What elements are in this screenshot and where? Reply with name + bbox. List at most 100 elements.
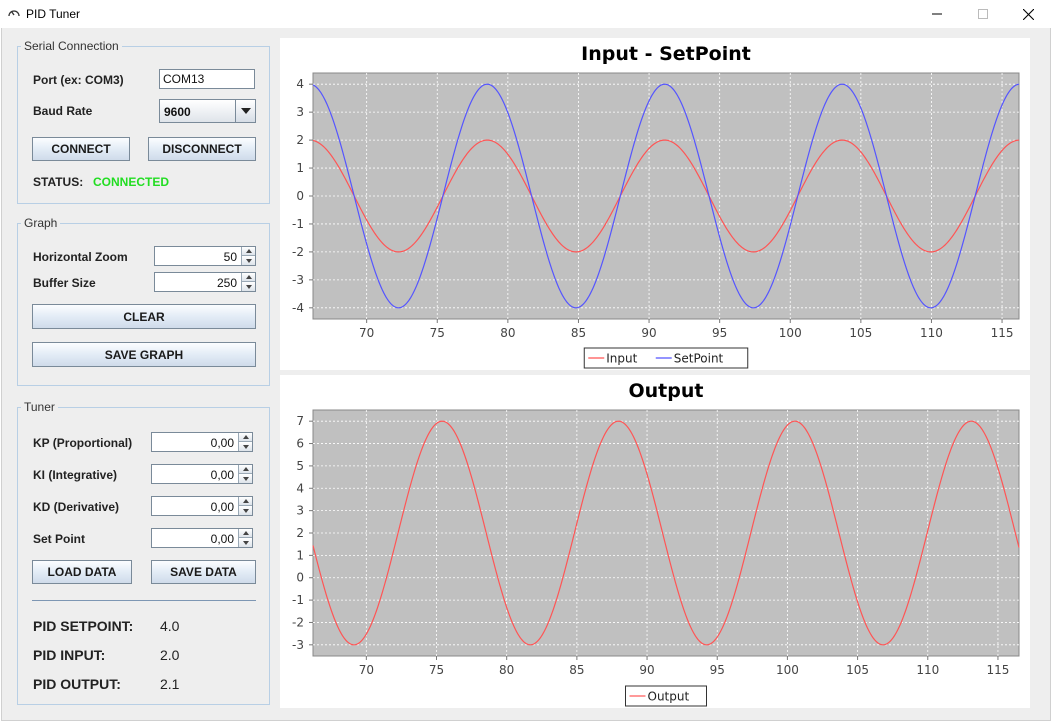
port-input[interactable]: COM13 <box>159 69 255 89</box>
ki-value: 0,00 <box>210 468 234 482</box>
gauge-icon <box>8 10 20 17</box>
y-tick-label: -2 <box>292 245 304 259</box>
y-tick-label: -3 <box>292 273 304 287</box>
maximize-button[interactable] <box>960 0 1006 28</box>
output-chart: Output70 75 80 85 90 95 100 105 110 115-3-2-10123… <box>292 380 1020 707</box>
decrement-icon[interactable] <box>238 538 252 547</box>
baud-rate-select[interactable]: 9600 <box>159 99 256 123</box>
set-point-label: Set Point <box>33 532 86 546</box>
decrement-icon[interactable] <box>238 506 252 515</box>
pid-input-value: 2.0 <box>160 647 180 663</box>
serial-connection-group: Serial Connection Port (ex: COM3) COM13 … <box>17 39 270 204</box>
y-tick-label: -4 <box>292 301 304 315</box>
y-tick-label: 7 <box>296 414 304 428</box>
y-tick-label: -2 <box>292 615 304 629</box>
decrement-icon[interactable] <box>238 442 252 451</box>
increment-icon[interactable] <box>238 497 252 506</box>
decrement-icon[interactable] <box>241 256 255 265</box>
minimize-icon <box>932 13 942 15</box>
x-tick-label: 115 <box>986 663 1009 677</box>
close-icon <box>1022 8 1034 20</box>
y-tick-label: 1 <box>296 161 304 175</box>
x-tick-label: 95 <box>712 326 727 340</box>
x-tick-label: 110 <box>920 326 943 340</box>
x-tick-label: 110 <box>916 663 939 677</box>
clear-button[interactable]: CLEAR <box>32 304 256 329</box>
horizontal-zoom-stepper[interactable]: 50 <box>154 246 256 266</box>
kp-label: KP (Proportional) <box>33 436 133 450</box>
legend-label: Input <box>606 352 637 366</box>
disconnect-button[interactable]: DISCONNECT <box>148 137 256 161</box>
horizontal-zoom-label: Horizontal Zoom <box>33 250 128 264</box>
y-tick-label: 4 <box>296 77 304 91</box>
tuner-group: Tuner KP (Proportional) 0,00 KI (Integra… <box>17 400 270 705</box>
chart-title: Input - SetPoint <box>581 43 751 65</box>
y-tick-label: 3 <box>296 105 304 119</box>
kp-stepper[interactable]: 0,00 <box>151 432 253 452</box>
ki-stepper[interactable]: 0,00 <box>151 464 253 484</box>
x-tick-label: 80 <box>500 326 515 340</box>
x-tick-label: 70 <box>359 326 374 340</box>
graph-group-title: Graph <box>21 216 61 230</box>
kp-value: 0,00 <box>210 436 234 450</box>
x-tick-label: 100 <box>779 326 802 340</box>
y-tick-label: 2 <box>296 526 304 540</box>
graph-group: Graph Horizontal Zoom 50 Buffer Size 250… <box>17 216 270 386</box>
x-tick-label: 105 <box>849 326 872 340</box>
legend-label: Output <box>648 690 690 704</box>
chart-title: Output <box>629 380 704 402</box>
tuner-group-title: Tuner <box>21 400 58 414</box>
legend-label: SetPoint <box>674 352 724 366</box>
y-tick-label: 5 <box>296 459 304 473</box>
decrement-icon[interactable] <box>241 282 255 291</box>
ki-label: KI (Integrative) <box>33 468 118 482</box>
set-point-value: 0,00 <box>210 532 234 546</box>
status-label: STATUS: <box>33 175 84 189</box>
y-tick-label: -3 <box>292 638 304 652</box>
x-tick-label: 85 <box>571 326 586 340</box>
y-tick-label: -1 <box>292 593 304 607</box>
decrement-icon[interactable] <box>238 474 252 483</box>
input-setpoint-chart-panel: Input - SetPoint 70 75 80 85 90 95 100 105 110 115… <box>280 38 1030 370</box>
y-tick-label: 2 <box>296 133 304 147</box>
x-tick-label: 85 <box>569 663 584 677</box>
increment-icon[interactable] <box>238 465 252 474</box>
title-bar: PID Tuner <box>0 0 1052 28</box>
save-graph-button[interactable]: SAVE GRAPH <box>32 342 256 367</box>
buffer-size-value: 250 <box>216 276 237 290</box>
buffer-size-stepper[interactable]: 250 <box>154 272 256 292</box>
set-point-stepper[interactable]: 0,00 <box>151 528 253 548</box>
increment-icon[interactable] <box>241 247 255 256</box>
kd-stepper[interactable]: 0,00 <box>151 496 253 516</box>
load-data-button[interactable]: LOAD DATA <box>32 560 132 584</box>
x-tick-label: 70 <box>359 663 374 677</box>
maximize-icon <box>978 9 988 19</box>
minimize-button[interactable] <box>914 0 960 28</box>
y-tick-label: 0 <box>296 571 304 585</box>
increment-icon[interactable] <box>238 433 252 442</box>
x-tick-label: 100 <box>776 663 799 677</box>
y-tick-label: 3 <box>296 504 304 518</box>
y-tick-label: 0 <box>296 189 304 203</box>
increment-icon[interactable] <box>238 529 252 538</box>
chevron-down-icon[interactable] <box>235 100 255 122</box>
port-label: Port (ex: COM3) <box>33 73 124 87</box>
y-tick-label: -1 <box>292 217 304 231</box>
window-client: Serial Connection Port (ex: COM3) COM13 … <box>1 28 1051 721</box>
kd-value: 0,00 <box>210 500 234 514</box>
connect-button[interactable]: CONNECT <box>32 137 130 161</box>
x-tick-label: 115 <box>991 326 1014 340</box>
close-button[interactable] <box>1005 0 1051 28</box>
input-setpoint-chart: Input - SetPoint 70 75 80 85 90 95 100 105 110 115… <box>292 43 1020 369</box>
baud-rate-label: Baud Rate <box>33 104 93 118</box>
window-title: PID Tuner <box>26 7 81 21</box>
legend: Output <box>625 685 707 707</box>
increment-icon[interactable] <box>241 273 255 282</box>
pid-output-label: PID OUTPUT: <box>33 676 121 692</box>
divider <box>32 600 256 601</box>
x-tick-label: 80 <box>499 663 514 677</box>
baud-rate-value: 9600 <box>164 105 191 119</box>
pid-setpoint-value: 4.0 <box>160 618 180 634</box>
y-tick-label: 6 <box>296 437 304 451</box>
save-data-button[interactable]: SAVE DATA <box>151 560 256 584</box>
